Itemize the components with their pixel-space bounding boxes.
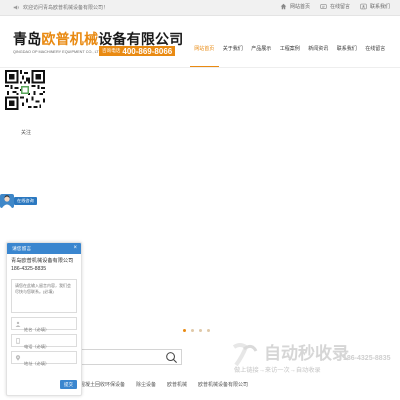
top-links: 网站首页 在线留言 联系我们 [280, 3, 390, 10]
top-bar: 欢迎访问青岛欧普机械设备有限公司！ 网站首页 在线留言 联系我们 [0, 0, 400, 16]
message-link[interactable]: 在线留言 [320, 3, 350, 10]
hotline-badge: 咨询电话 400-869-8066 [99, 46, 176, 56]
nav-item-cases[interactable]: 工程案例 [276, 41, 305, 67]
hot-keywords: 混凝土回收环保设备 除尘设备 欧普机械 欧普机械设备有限公司 [80, 381, 259, 388]
welcome-message: 欢迎访问青岛欧普机械设备有限公司！ [13, 4, 108, 11]
home-link-label: 网站首页 [289, 4, 310, 10]
popup-company-info: 青岛欧普机械设备有限公司186-4325-8835 [11, 258, 74, 272]
online-consult-button[interactable]: 在线咨询 [14, 197, 37, 205]
nav-item-products[interactable]: 产品展示 [247, 41, 276, 67]
welcome-text: 欢迎访问青岛欧普机械设备有限公司！ [23, 5, 109, 11]
speaker-icon [13, 5, 19, 10]
brand-english-name: QINGDAO OP MACHINERY EQUIPMENT CO., LTD. [13, 50, 103, 54]
home-icon [280, 3, 287, 10]
slider-dot[interactable] [207, 329, 210, 332]
message-textarea[interactable] [11, 279, 77, 313]
popup-title: 请您留言 [12, 247, 32, 252]
hotline-label: 咨询电话 [102, 48, 121, 53]
phone-icon [16, 338, 20, 344]
contact-icon [360, 3, 367, 10]
location-icon [15, 355, 21, 361]
address-field-wrap [11, 351, 77, 369]
submit-button[interactable]: 提交 [60, 380, 77, 389]
keyword-link[interactable]: 欧普机械设备有限公司 [198, 381, 248, 388]
qr-code-label: 关注 [20, 130, 31, 136]
message-icon [320, 4, 327, 9]
close-icon[interactable]: × [73, 244, 77, 253]
phone-field-wrap [11, 334, 77, 352]
search-box [80, 349, 182, 365]
contact-link-label: 联系我们 [369, 4, 390, 10]
qr-code-icon [5, 70, 45, 110]
keyword-link[interactable]: 欧普机械 [167, 381, 187, 388]
nav-item-home[interactable]: 网站首页 [190, 41, 219, 67]
user-icon [15, 321, 21, 327]
consult-avatar[interactable] [0, 194, 14, 208]
home-link[interactable]: 网站首页 [280, 3, 310, 10]
message-link-label: 在线留言 [329, 4, 350, 10]
brand-part-3: 设备有限公司 [98, 31, 184, 47]
slider-dots [183, 329, 210, 332]
main-nav: 网站首页 关于我们 产品展示 工程案例 新闻资讯 联系我们 在线留言 [190, 41, 390, 67]
keyword-link[interactable]: 混凝土回收环保设备 [80, 381, 125, 388]
brand-part-2: 欧普机械 [41, 31, 99, 47]
nav-item-contact[interactable]: 联系我们 [333, 41, 362, 67]
search-input[interactable] [81, 350, 159, 364]
nav-item-about[interactable]: 关于我们 [219, 41, 248, 67]
popup-header: 请您留言 × [7, 243, 81, 254]
site-header: 青岛欧普机械设备有限公司 QINGDAO OP MACHINERY EQUIPM… [0, 16, 400, 68]
qr-code-panel: 关注 [5, 70, 47, 136]
contact-link[interactable]: 联系我们 [360, 3, 390, 10]
nav-item-message[interactable]: 在线留言 [361, 41, 390, 67]
hotline-number: 400-869-8066 [122, 46, 173, 56]
message-popup: 请您留言 × 青岛欧普机械设备有限公司186-4325-8835 提交 [6, 242, 82, 396]
address-field[interactable] [12, 358, 76, 369]
avatar-icon [2, 195, 12, 208]
slider-dot[interactable] [199, 329, 202, 332]
brand-part-1: 青岛 [13, 31, 42, 47]
nav-item-news[interactable]: 新闻资讯 [304, 41, 333, 67]
name-field-wrap [11, 317, 77, 335]
keyword-link[interactable]: 除尘设备 [136, 381, 156, 388]
slider-dot[interactable] [191, 329, 194, 332]
slider-dot[interactable] [183, 329, 186, 332]
search-icon[interactable] [165, 351, 178, 364]
bottom-phone-number: 186-4325-8835 [343, 355, 391, 362]
